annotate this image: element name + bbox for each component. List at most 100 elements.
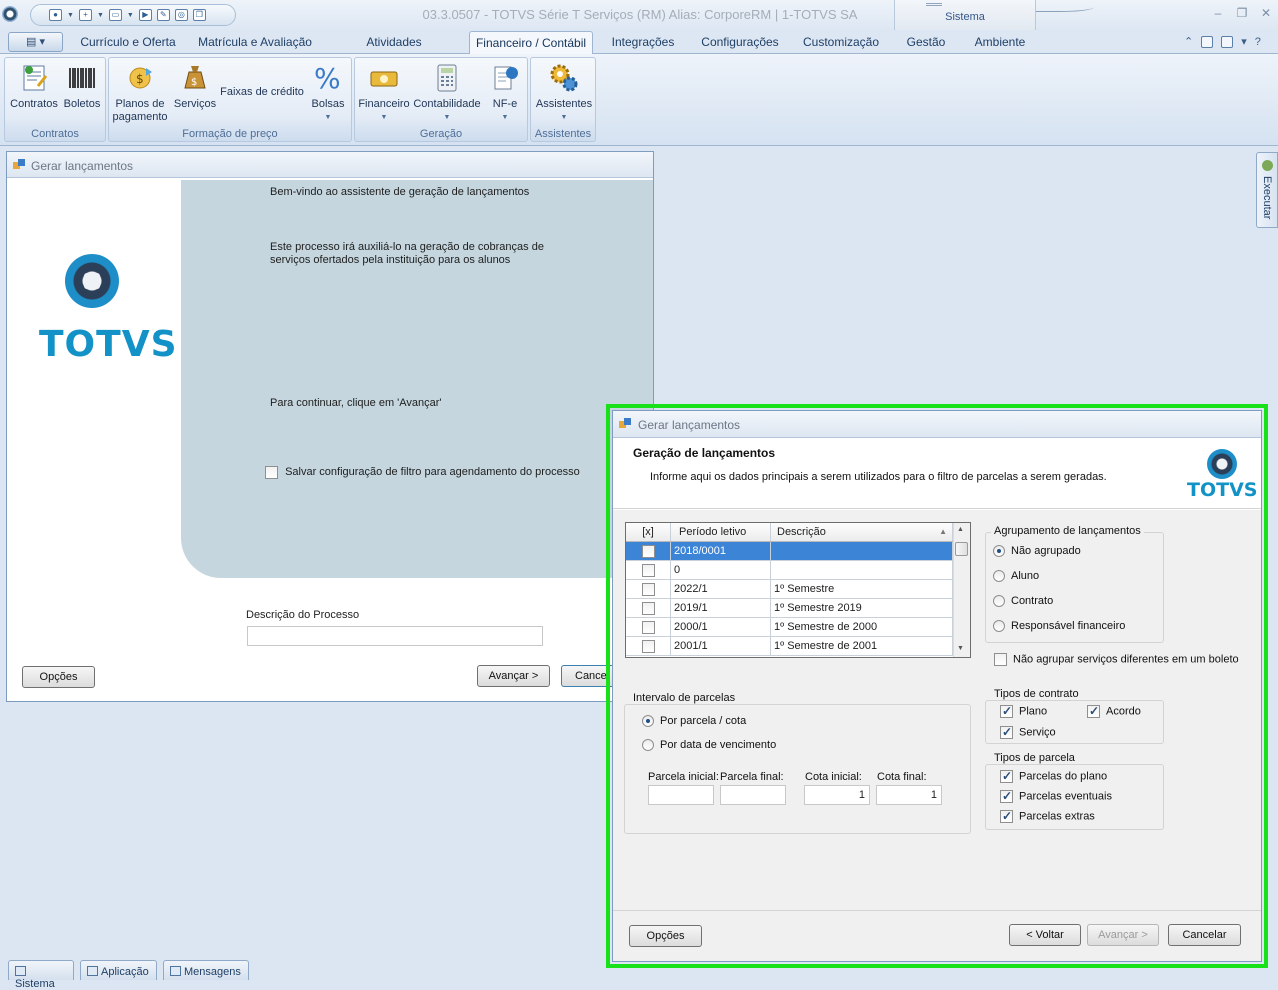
contrato-acordo-checkbox[interactable] [1087, 704, 1100, 718]
grid-header-periodo[interactable]: Período letivo [671, 523, 771, 541]
back-button[interactable]: < Voltar [1009, 924, 1081, 946]
radio-button[interactable] [993, 595, 1005, 608]
bolsas-button[interactable]: % Bolsas ▼ [307, 62, 349, 124]
parcela-inicial-input[interactable] [648, 785, 714, 805]
status-tab-mensagens[interactable]: Mensagens [163, 960, 249, 980]
contratos-button[interactable]: Contratos [7, 62, 61, 111]
table-row[interactable]: 2022/1 1º Semestre [626, 580, 953, 599]
table-row[interactable]: 2018/0001 [626, 542, 953, 561]
intervalo-option-vencimento[interactable]: Por data de vencimento [642, 739, 776, 752]
parcela-eventuais-option[interactable]: Parcelas eventuais [1000, 789, 1112, 803]
tab-ambiente[interactable]: Ambiente [968, 31, 1032, 54]
contrato-plano-option[interactable]: Plano [1000, 704, 1047, 718]
options-button[interactable]: Opções [629, 925, 702, 947]
parcela-eventuais-checkbox[interactable] [1000, 789, 1013, 803]
cancel-button[interactable]: Cancelar [1168, 924, 1241, 946]
save-filter-option[interactable]: Salvar configuração de filtro para agend… [265, 466, 580, 479]
window-icon[interactable]: ▭ [108, 9, 122, 21]
contrato-acordo-option[interactable]: Acordo [1087, 704, 1141, 718]
row-checkbox[interactable] [641, 563, 655, 577]
agrupamento-option-nao-agrupado[interactable]: Não agrupado [993, 545, 1081, 558]
cota-final-input[interactable]: 1 [876, 785, 942, 805]
tab-financeiro[interactable]: Financeiro / Contábil [469, 31, 593, 54]
row-checkbox[interactable] [641, 582, 655, 596]
row-checkbox-cell[interactable] [626, 599, 671, 617]
tab-configuracoes[interactable]: Configurações [698, 31, 782, 54]
row-checkbox[interactable] [641, 544, 655, 558]
tab-gestao[interactable]: Gestão [902, 31, 950, 54]
radio-button[interactable] [993, 545, 1005, 558]
planos-pagamento-button[interactable]: $ Planos de pagamento [111, 62, 169, 124]
tab-integracoes[interactable]: Integrações [606, 31, 680, 54]
close-icon[interactable]: ✕ [1255, 6, 1277, 22]
row-checkbox-cell[interactable] [626, 618, 671, 636]
web-icon[interactable] [1201, 35, 1214, 48]
layout-icon[interactable] [1221, 35, 1234, 48]
help-icon[interactable]: ? [1255, 36, 1261, 48]
agrupamento-option-aluno[interactable]: Aluno [993, 570, 1039, 583]
row-checkbox-cell[interactable] [626, 561, 671, 579]
scroll-down-icon[interactable]: ▼ [957, 645, 964, 652]
grid-header-check[interactable]: [x] [626, 523, 671, 541]
minimize-icon[interactable]: – [1207, 6, 1229, 22]
parcela-final-input[interactable] [720, 785, 786, 805]
parcela-plano-option[interactable]: Parcelas do plano [1000, 769, 1107, 783]
contrato-servico-option[interactable]: Serviço [1000, 725, 1056, 739]
chevron-down-icon[interactable]: ▼ [127, 12, 134, 19]
options-button[interactable]: Opções [22, 666, 95, 688]
tab-atividades[interactable]: Atividades acadêmicas [332, 31, 456, 71]
parcela-extras-checkbox[interactable] [1000, 809, 1013, 823]
row-checkbox-cell[interactable] [626, 580, 671, 598]
table-row[interactable]: 2000/1 1º Semestre de 2000 [626, 618, 953, 637]
row-checkbox[interactable] [641, 639, 655, 653]
grid-scrollbar-thumb[interactable] [955, 542, 968, 556]
chevron-down-icon[interactable]: ▼ [67, 12, 74, 19]
row-checkbox[interactable] [641, 601, 655, 615]
contabilidade-button[interactable]: Contabilidade ▼ [411, 62, 483, 124]
assistentes-button[interactable]: Assistentes ▼ [533, 62, 595, 124]
table-row[interactable]: 0 [626, 561, 953, 580]
parcela-extras-option[interactable]: Parcelas extras [1000, 809, 1095, 823]
status-tab-aplicacao[interactable]: Aplicação [80, 960, 157, 980]
radio-button[interactable] [993, 620, 1005, 633]
nao-agrupar-checkbox[interactable] [994, 653, 1007, 666]
run-icon[interactable]: ▶ [138, 9, 152, 21]
next-button[interactable]: Avançar > [477, 665, 550, 687]
servicos-button[interactable]: $ Serviços [171, 62, 219, 111]
tools-icon[interactable]: ✎ [156, 9, 170, 21]
faixas-credito-button[interactable]: Faixas de crédito [219, 86, 305, 99]
table-row[interactable]: 2001/1 1º Semestre de 2001 [626, 637, 953, 656]
nfe-button[interactable]: NF-e ▼ [483, 62, 527, 124]
agrupamento-option-contrato[interactable]: Contrato [993, 595, 1053, 608]
row-checkbox-cell[interactable] [626, 542, 671, 560]
side-panel-label[interactable]: Executar [1261, 176, 1273, 219]
intervalo-option-parcela[interactable]: Por parcela / cota [642, 715, 746, 728]
status-tab-sistema[interactable]: Sistema [8, 960, 74, 990]
globe-icon[interactable]: ● [49, 9, 62, 21]
agrupamento-option-responsavel[interactable]: Responsável financeiro [993, 620, 1125, 633]
contrato-plano-checkbox[interactable] [1000, 704, 1013, 718]
next-button[interactable]: Avançar > [1087, 924, 1159, 946]
new-window-icon[interactable]: + [78, 9, 92, 21]
chevron-down-icon[interactable]: ▼ [97, 12, 104, 19]
description-input[interactable] [247, 626, 543, 646]
cota-inicial-input[interactable]: 1 [804, 785, 870, 805]
tab-curriculo[interactable]: Currículo e Oferta [78, 31, 178, 54]
chevron-down-icon[interactable]: ▾ [1241, 35, 1247, 48]
row-checkbox-cell[interactable] [626, 637, 671, 655]
copy-icon[interactable]: ❐ [192, 9, 206, 21]
parcela-plano-checkbox[interactable] [1000, 769, 1013, 783]
grid-header-descricao[interactable]: Descrição ▲ [771, 523, 953, 541]
radio-button[interactable] [993, 570, 1005, 583]
tab-matricula[interactable]: Matrícula e Avaliação [196, 31, 314, 54]
tab-customizacao[interactable]: Customização [800, 31, 882, 54]
scroll-up-icon[interactable]: ▲ [957, 526, 964, 533]
radio-button[interactable] [642, 715, 654, 728]
web-icon[interactable]: ◎ [174, 9, 188, 21]
boletos-button[interactable]: Boletos [61, 62, 103, 111]
save-filter-checkbox[interactable] [265, 466, 278, 479]
radio-button[interactable] [642, 739, 654, 752]
nao-agrupar-option[interactable]: Não agrupar serviços diferentes em um bo… [994, 653, 1239, 666]
app-menu-button[interactable]: ▤ ▾ [8, 32, 63, 52]
financeiro-button[interactable]: Financeiro ▼ [357, 62, 411, 124]
